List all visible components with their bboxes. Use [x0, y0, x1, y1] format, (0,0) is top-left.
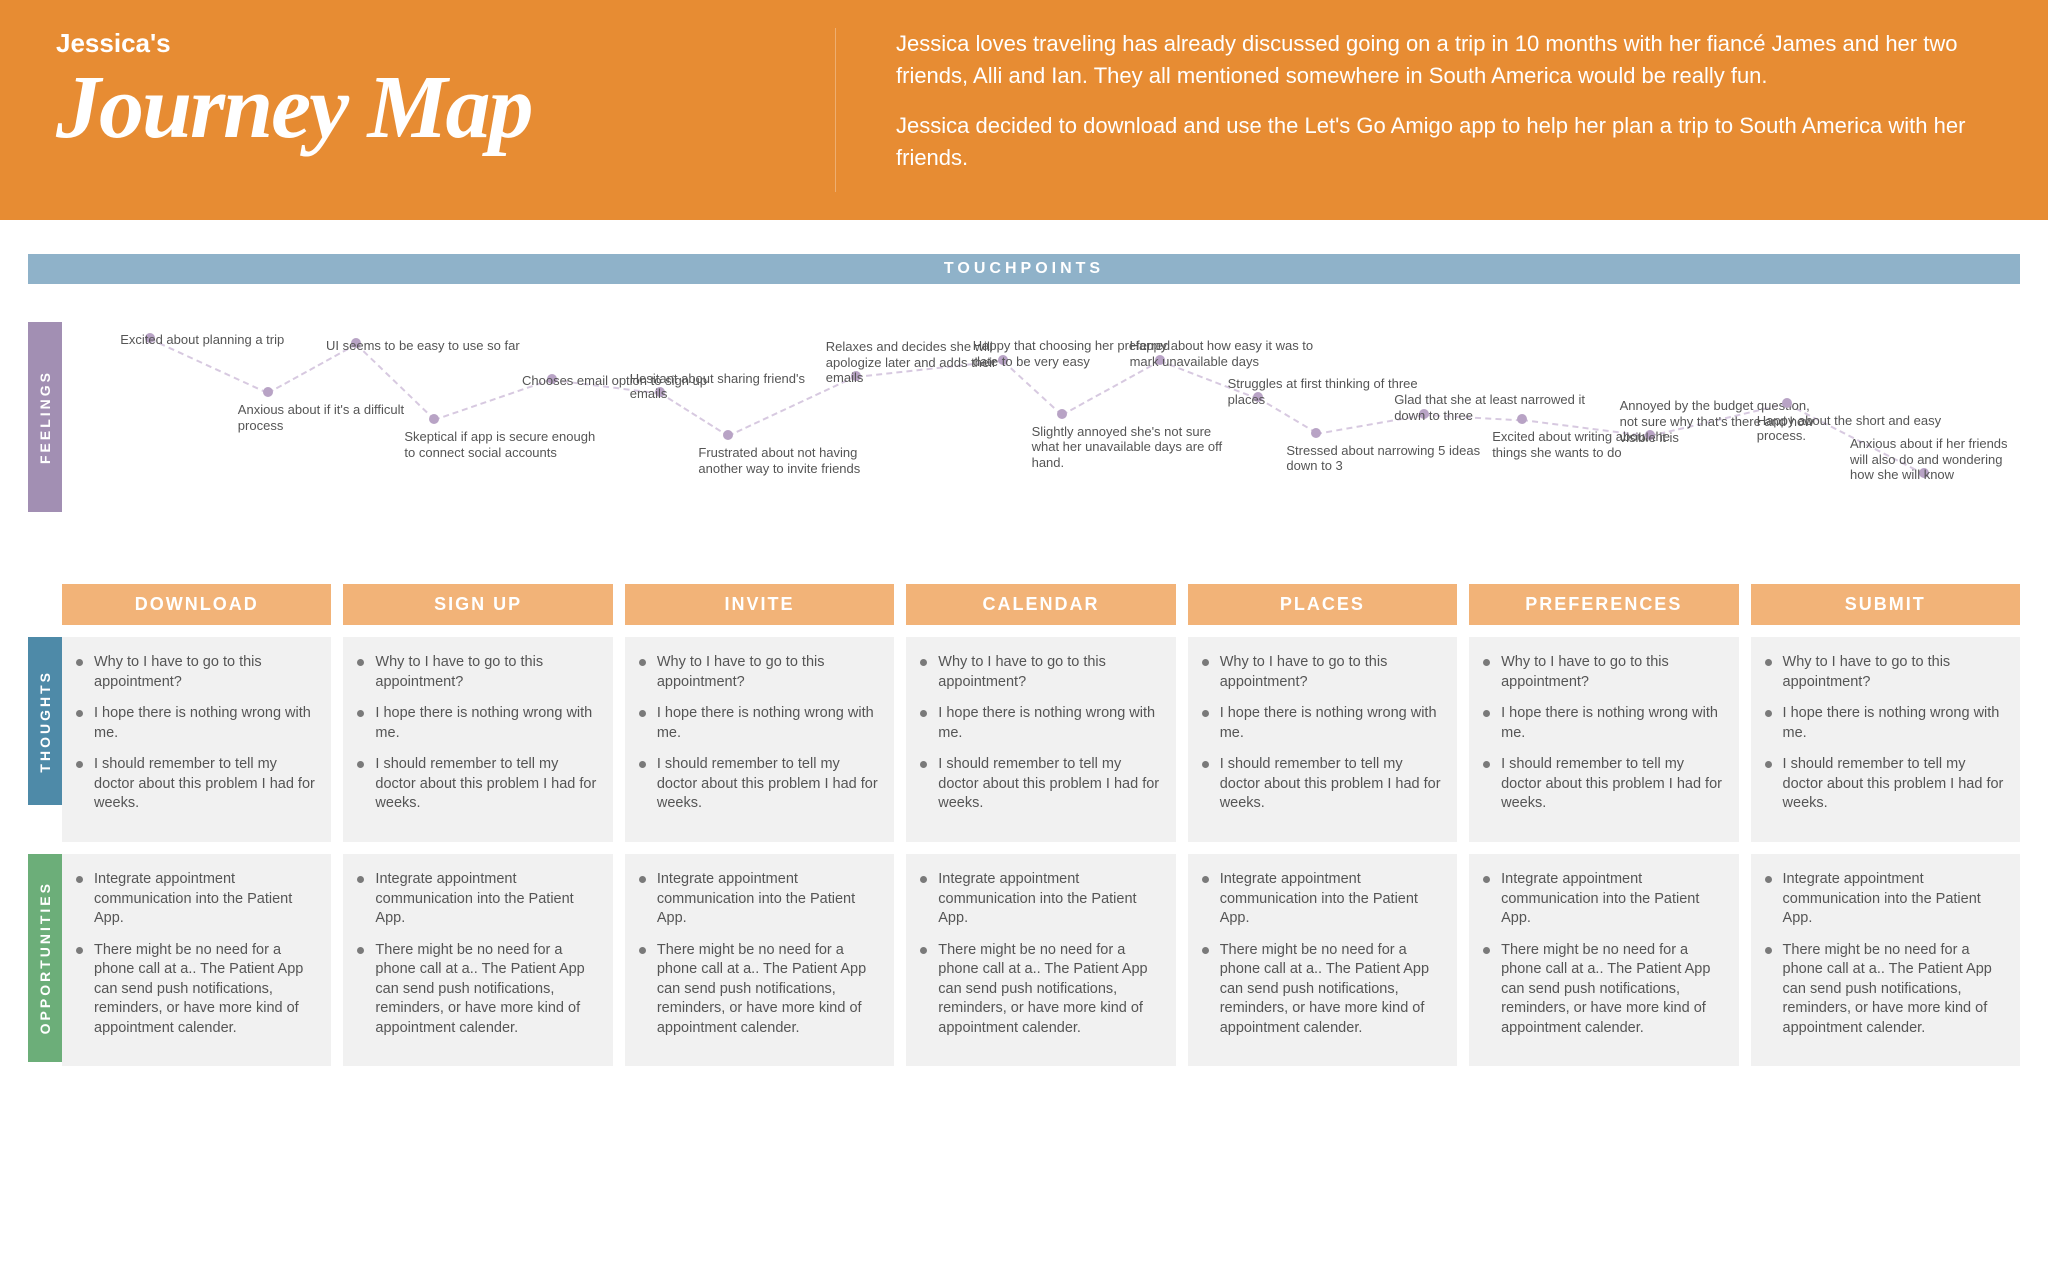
opps-card: Integrate appointment communication into…	[625, 854, 894, 1067]
feelings-label: Excited about planning a trip	[120, 332, 284, 348]
list-item: Why to I have to go to this appointment?	[76, 653, 317, 692]
feelings-label: Anxious about if her friends will also d…	[1850, 436, 2020, 483]
page-title: Journey Map	[56, 63, 795, 153]
phase-calendar: CALENDAR	[906, 584, 1175, 625]
thoughts-card: Why to I have to go to this appointment?…	[62, 637, 331, 842]
phase-sign-up: SIGN UP	[343, 584, 612, 625]
desc-paragraph-1: Jessica loves traveling has already disc…	[896, 28, 1992, 92]
list-item: Why to I have to go to this appointment?	[1765, 653, 2006, 692]
thoughts-cards: Why to I have to go to this appointment?…	[62, 637, 2020, 842]
feelings-label: Hesitant about sharing friend's emails	[630, 371, 830, 402]
list-item: I should remember to tell my doctor abou…	[357, 755, 598, 814]
list-item: There might be no need for a phone call …	[1483, 941, 1724, 1039]
opps-tab-label: OPPORTUNITIES	[37, 881, 53, 1034]
list-item: There might be no need for a phone call …	[920, 941, 1161, 1039]
header-description: Jessica loves traveling has already disc…	[836, 28, 1992, 192]
list-item: Integrate appointment communication into…	[1765, 870, 2006, 929]
list-item: I hope there is nothing wrong with me.	[1202, 704, 1443, 743]
thoughts-card: Why to I have to go to this appointment?…	[906, 637, 1175, 842]
list-item: I should remember to tell my doctor abou…	[1765, 755, 2006, 814]
list-item: Integrate appointment communication into…	[1202, 870, 1443, 929]
thoughts-tab-label: THOUGHTS	[37, 670, 53, 773]
header: Jessica's Journey Map Jessica loves trav…	[0, 0, 2048, 220]
feelings-tab: FEELINGS	[28, 322, 62, 512]
list-item: Integrate appointment communication into…	[76, 870, 317, 929]
list-item: I hope there is nothing wrong with me.	[76, 704, 317, 743]
list-item: Why to I have to go to this appointment?	[1483, 653, 1724, 692]
list-item: Why to I have to go to this appointment?	[1202, 653, 1443, 692]
list-item: I hope there is nothing wrong with me.	[1483, 704, 1724, 743]
phase-headers: DOWNLOAD SIGN UP INVITE CALENDAR PLACES PREFE…	[62, 584, 2020, 625]
thoughts-card: Why to I have to go to this appointment?…	[1188, 637, 1457, 842]
list-item: I should remember to tell my doctor abou…	[639, 755, 880, 814]
feelings-point	[429, 414, 439, 424]
feelings-chart: Excited about planning a trip Anxious abo…	[62, 284, 2020, 574]
thoughts-row: THOUGHTS Why to I have to go to this app…	[28, 637, 2020, 842]
feelings-point	[1311, 428, 1321, 438]
thoughts-card: Why to I have to go to this appointment?…	[1469, 637, 1738, 842]
list-item: I hope there is nothing wrong with me.	[920, 704, 1161, 743]
desc-paragraph-2: Jessica decided to download and use the …	[896, 110, 1992, 174]
opps-card: Integrate appointment communication into…	[1188, 854, 1457, 1067]
feelings-label: Stressed about narrowing 5 ideas down to…	[1286, 443, 1486, 474]
list-item: Integrate appointment communication into…	[639, 870, 880, 929]
opps-card: Integrate appointment communication into…	[1469, 854, 1738, 1067]
list-item: There might be no need for a phone call …	[357, 941, 598, 1039]
feelings-point	[723, 430, 733, 440]
feelings-label: UI seems to be easy to use so far	[326, 338, 520, 354]
owner-name: Jessica's	[56, 28, 795, 59]
opps-card: Integrate appointment communication into…	[62, 854, 331, 1067]
feelings-point	[1782, 398, 1792, 408]
phase-invite: INVITE	[625, 584, 894, 625]
list-item: Why to I have to go to this appointment?	[920, 653, 1161, 692]
phase-download: DOWNLOAD	[62, 584, 331, 625]
feelings-label: Happy about how easy it was to mark unav…	[1130, 338, 1330, 369]
thoughts-card: Why to I have to go to this appointment?…	[625, 637, 894, 842]
feelings-label: Skeptical if app is secure enough to con…	[404, 429, 604, 460]
body: TOUCHPOINTS FEELINGS Excited about plann…	[0, 220, 2048, 1066]
feelings-row: FEELINGS Excited about planning a trip An…	[28, 284, 2020, 574]
feelings-point	[1517, 414, 1527, 424]
list-item: There might be no need for a phone call …	[1765, 941, 2006, 1039]
opps-tab: OPPORTUNITIES	[28, 854, 62, 1062]
header-left: Jessica's Journey Map	[56, 28, 836, 192]
list-item: There might be no need for a phone call …	[639, 941, 880, 1039]
list-item: There might be no need for a phone call …	[76, 941, 317, 1039]
list-item: Integrate appointment communication into…	[1483, 870, 1724, 929]
feelings-tab-label: FEELINGS	[37, 370, 53, 464]
feelings-point	[1057, 409, 1067, 419]
list-item: Integrate appointment communication into…	[357, 870, 598, 929]
list-item: I should remember to tell my doctor abou…	[76, 755, 317, 814]
feelings-point	[263, 387, 273, 397]
list-item: I should remember to tell my doctor abou…	[920, 755, 1161, 814]
feelings-label: Slightly annoyed she's not sure what her…	[1032, 424, 1232, 471]
list-item: Why to I have to go to this appointment?	[639, 653, 880, 692]
opps-card: Integrate appointment communication into…	[343, 854, 612, 1067]
thoughts-card: Why to I have to go to this appointment?…	[1751, 637, 2020, 842]
opps-card: Integrate appointment communication into…	[1751, 854, 2020, 1067]
opps-cards: Integrate appointment communication into…	[62, 854, 2020, 1067]
phase-preferences: PREFERENCES	[1469, 584, 1738, 625]
list-item: Integrate appointment communication into…	[920, 870, 1161, 929]
thoughts-card: Why to I have to go to this appointment?…	[343, 637, 612, 842]
list-item: I should remember to tell my doctor abou…	[1202, 755, 1443, 814]
phase-places: PLACES	[1188, 584, 1457, 625]
feelings-label: Frustrated about not having another way …	[698, 445, 898, 476]
list-item: Why to I have to go to this appointment?	[357, 653, 598, 692]
thoughts-tab: THOUGHTS	[28, 637, 62, 805]
list-item: I should remember to tell my doctor abou…	[1483, 755, 1724, 814]
list-item: I hope there is nothing wrong with me.	[1765, 704, 2006, 743]
list-item: I hope there is nothing wrong with me.	[357, 704, 598, 743]
opps-card: Integrate appointment communication into…	[906, 854, 1175, 1067]
touchpoints-banner: TOUCHPOINTS	[28, 254, 2020, 284]
list-item: I hope there is nothing wrong with me.	[639, 704, 880, 743]
phase-submit: SUBMIT	[1751, 584, 2020, 625]
opps-row: OPPORTUNITIES Integrate appointment comm…	[28, 854, 2020, 1067]
list-item: There might be no need for a phone call …	[1202, 941, 1443, 1039]
feelings-label: Glad that she at least narrowed it down …	[1394, 392, 1594, 423]
